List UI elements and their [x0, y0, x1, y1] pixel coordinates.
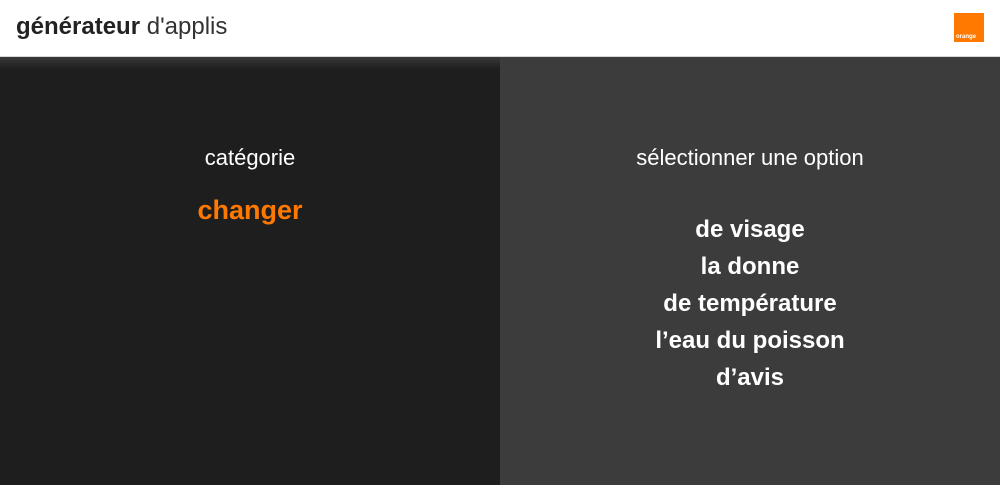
logo-text: orange — [956, 34, 977, 40]
category-value[interactable]: changer — [0, 194, 500, 226]
options-panel: sélectionner une option de visage la don… — [500, 57, 1000, 485]
options-list: de visage la donne de température l’eau … — [500, 211, 1000, 396]
category-panel: catégorie changer — [0, 57, 500, 485]
app-title: générateur d'applis — [16, 13, 227, 41]
category-label: catégorie — [204, 145, 296, 170]
option-item[interactable]: d’avis — [500, 359, 1000, 396]
option-item[interactable]: de visage — [500, 211, 1000, 248]
app-header: générateur d'applis orange — [0, 0, 1000, 57]
app-title-light: d'applis — [146, 13, 228, 40]
option-item[interactable]: de température — [500, 285, 1000, 322]
option-item[interactable]: la donne — [500, 248, 1000, 285]
orange-logo-icon[interactable]: orange — [954, 13, 984, 42]
select-option-label: sélectionner une option — [636, 145, 864, 170]
option-item[interactable]: l’eau du poisson — [500, 322, 1000, 359]
app-title-bold: générateur — [16, 13, 141, 40]
